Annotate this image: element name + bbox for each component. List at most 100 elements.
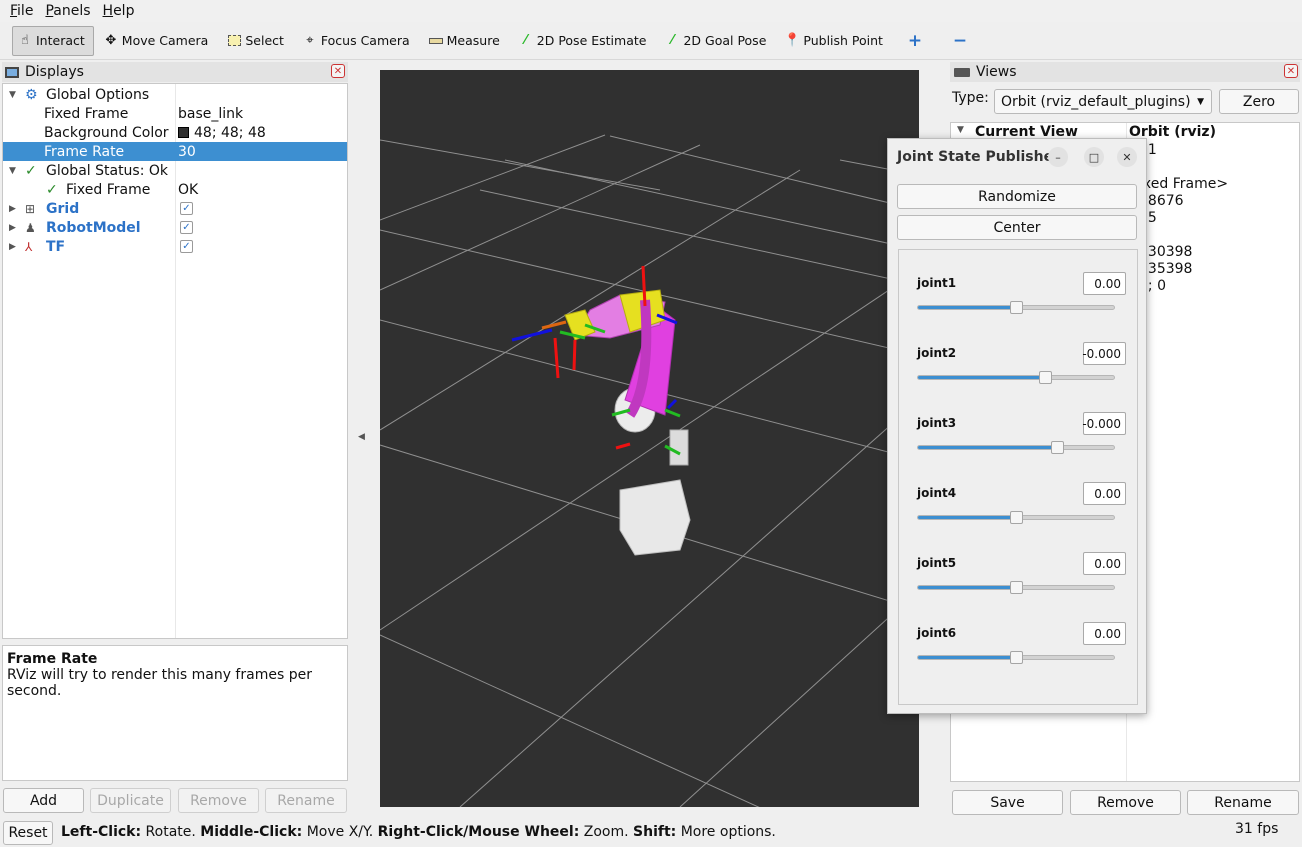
joint-slider[interactable] [917,371,1115,384]
zero-button-label: Zero [1242,93,1276,110]
tf-label: TF [46,238,66,255]
center-button[interactable]: Center [897,215,1137,240]
robot-model-checkbox[interactable]: ✓ [180,221,193,234]
grid-lines [380,134,919,807]
tree-row-global-status[interactable]: ▼ ✓ Global Status: Ok [3,161,347,180]
menu-help[interactable]: Help [97,3,141,19]
menu-file[interactable]: File [4,3,39,19]
slider-handle[interactable] [1051,441,1065,454]
close-icon[interactable]: ✕ [1284,64,1298,78]
joint-name: joint5 [917,556,957,570]
joint-value-input[interactable]: -0.000 [1082,412,1126,435]
interact-tool[interactable]: ☝ Interact [12,25,94,56]
hint-key: Middle-Click: [200,824,303,840]
grid-checkbox[interactable]: ✓ [180,202,193,215]
goal-pose-tool[interactable]: ⁄ 2D Goal Pose [659,26,775,56]
goal-pose-label: 2D Goal Pose [683,33,767,48]
slider-handle[interactable] [1010,511,1023,524]
close-icon[interactable]: ✕ [1117,147,1137,167]
chevron-right-icon[interactable]: ▶ [9,204,19,214]
save-view-button[interactable]: Save [952,790,1063,815]
view-type-combo[interactable]: Orbit (rviz_default_plugins) ▼ [994,89,1212,114]
joint-slider[interactable] [917,441,1115,454]
background-color-value[interactable]: 48; 48; 48 [178,125,266,141]
add-tool-button[interactable]: + [896,26,937,56]
close-icon[interactable]: ✕ [331,64,345,78]
tree-row-frame-rate[interactable]: Frame Rate 30 [3,142,347,161]
tree-row-background-color[interactable]: Background Color 48; 48; 48 [3,123,347,142]
fixed-frame-label: Fixed Frame [44,105,129,122]
measure-tool[interactable]: Measure [423,26,509,56]
fps-counter: 31 fps [1235,821,1279,837]
slider-fill [918,306,1016,309]
pose-estimate-label: 2D Pose Estimate [536,33,647,48]
add-button[interactable]: Add [3,788,84,813]
publish-point-tool[interactable]: 📍 Publish Point [779,26,892,56]
chevron-down-icon[interactable]: ▼ [9,90,19,100]
remove-display-button[interactable]: Remove [178,788,259,813]
minimize-icon[interactable]: – [1048,147,1068,167]
select-tool[interactable]: Select [221,26,293,56]
remove-view-button[interactable]: Remove [1070,790,1181,815]
randomize-button[interactable]: Randomize [897,184,1137,209]
joint-value-input[interactable]: 0.00 [1083,272,1126,295]
tree-row-fixed-frame[interactable]: Fixed Frame base_link [3,104,347,123]
view-type-value: Orbit (rviz_default_plugins) [1001,93,1191,110]
tree-row-grid[interactable]: ▶ ⊞ Grid ✓ [3,199,347,218]
joint-value-input[interactable]: 0.00 [1083,552,1126,575]
reset-button[interactable]: Reset [3,821,53,845]
tree-row-global-options[interactable]: ▼ ⚙ Global Options [3,85,347,104]
axes-icon: ⅄ [25,239,33,254]
color-swatch [178,126,189,138]
jsp-title-bar[interactable]: Joint State Publisher [888,139,1146,175]
joint-value-input[interactable]: -0.000 [1082,342,1126,365]
slider-handle[interactable] [1010,651,1023,664]
duplicate-button[interactable]: Duplicate [90,788,171,813]
focus-camera-label: Focus Camera [320,33,410,48]
plus-icon: + [907,30,923,51]
fixed-frame-value[interactable]: base_link [178,106,243,122]
slider-handle[interactable] [1010,301,1023,314]
joint-value-input[interactable]: 0.00 [1083,482,1126,505]
joint-slider[interactable] [917,301,1115,314]
gear-icon: ⚙ [25,86,38,103]
rename-display-button[interactable]: Rename [265,788,347,813]
remove-tool-button[interactable]: − [941,26,982,56]
slider-handle[interactable] [1039,371,1053,384]
slider-handle[interactable] [1010,581,1023,594]
move-arrows-icon: ✥ [105,33,117,48]
joint-slider[interactable] [917,651,1115,664]
collapse-left-icon[interactable]: ◀ [358,432,365,442]
joint-slider[interactable] [917,581,1115,594]
chevron-down-icon[interactable]: ▼ [9,166,19,176]
chevron-down-icon[interactable]: ▼ [957,125,964,135]
rename-view-button[interactable]: Rename [1187,790,1299,815]
frame-rate-value[interactable]: 30 [178,144,196,160]
slider-fill [918,446,1058,449]
global-status-label: Global Status: Ok [46,162,169,179]
zero-button[interactable]: Zero [1219,89,1299,114]
frame-rate-label: Frame Rate [44,143,125,160]
maximize-icon[interactable]: □ [1084,147,1104,167]
chevron-right-icon[interactable]: ▶ [9,223,19,233]
menu-panels[interactable]: Panels [39,3,96,19]
tree-row-tf[interactable]: ▶ ⅄ TF ✓ [3,237,347,256]
render-viewport[interactable] [380,70,919,807]
joint-value-input[interactable]: 0.00 [1083,622,1126,645]
tree-row-robot-model[interactable]: ▶ ♟ RobotModel ✓ [3,218,347,237]
view-type-label: Type: [952,90,989,106]
crosshair-icon: ⌖ [306,33,314,48]
focus-camera-tool[interactable]: ⌖ Focus Camera [297,26,419,56]
camera-icon [954,67,970,77]
tree-row-status-fixed-frame[interactable]: ✓ Fixed Frame OK [3,180,347,199]
joint-name: joint3 [917,416,957,430]
reset-label: Reset [8,825,48,841]
chevron-right-icon[interactable]: ▶ [9,242,19,252]
views-title: Views [976,64,1017,80]
slider-fill [918,376,1046,379]
pose-estimate-tool[interactable]: ⁄ 2D Pose Estimate [513,26,656,56]
tf-checkbox[interactable]: ✓ [180,240,193,253]
move-camera-tool[interactable]: ✥ Move Camera [98,26,218,56]
view-prop-value: ixed Frame> [1139,176,1229,192]
joint-slider[interactable] [917,511,1115,524]
